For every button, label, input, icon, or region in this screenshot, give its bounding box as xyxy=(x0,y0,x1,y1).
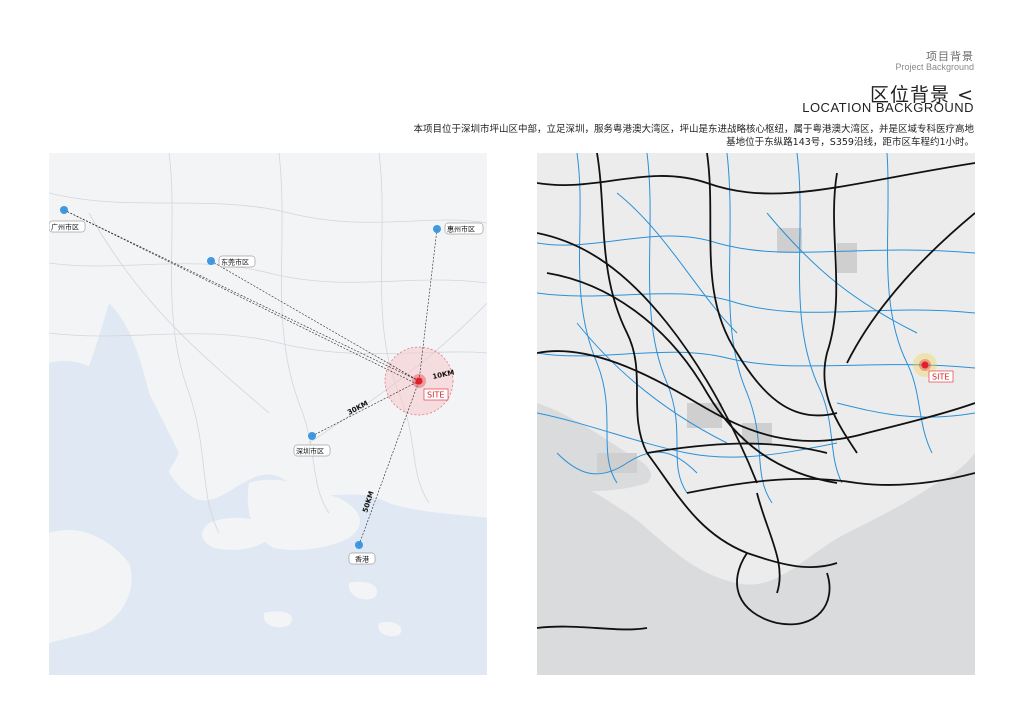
site-label-left: SITE xyxy=(427,391,444,400)
city-marker-huizhou[interactable]: 惠州市区 xyxy=(433,222,484,235)
transport-map-svg: SITE xyxy=(537,153,975,675)
city-label-guangzhou: 广州市区 xyxy=(51,223,79,232)
page-title-en: LOCATION BACKGROUND xyxy=(802,100,974,115)
section-title-en: Project Background xyxy=(895,62,974,72)
description-line-1: 本项目位于深圳市坪山区中部，立足深圳，服务粤港澳大湾区，坪山是东进战略核心枢纽，… xyxy=(413,124,974,135)
city-label-hongkong: 香港 xyxy=(355,555,369,564)
distance-label-30km: 30KM xyxy=(346,399,369,416)
city-label-shenzhen: 深圳市区 xyxy=(296,447,324,456)
city-marker-guangzhou[interactable]: 广州市区 xyxy=(49,206,86,233)
transport-network-map[interactable]: SITE xyxy=(537,153,975,675)
regional-location-map[interactable]: 广州市区 东莞市区 惠州市区 深圳市区 香港 SITE 10KM 30KM 50… xyxy=(49,153,487,675)
city-label-dongguan: 东莞市区 xyxy=(221,258,249,267)
regional-map-svg: 广州市区 东莞市区 惠州市区 深圳市区 香港 SITE 10KM 30KM 50… xyxy=(49,153,487,675)
city-marker-shenzhen[interactable]: 深圳市区 xyxy=(293,432,331,457)
city-marker-dongguan[interactable]: 东莞市区 xyxy=(207,255,256,268)
city-label-huizhou: 惠州市区 xyxy=(447,225,475,234)
site-label-right: SITE xyxy=(932,373,949,382)
description-line-2: 基地位于东纵路143号，S359沿线，距市区车程约1小时。 xyxy=(726,137,974,148)
